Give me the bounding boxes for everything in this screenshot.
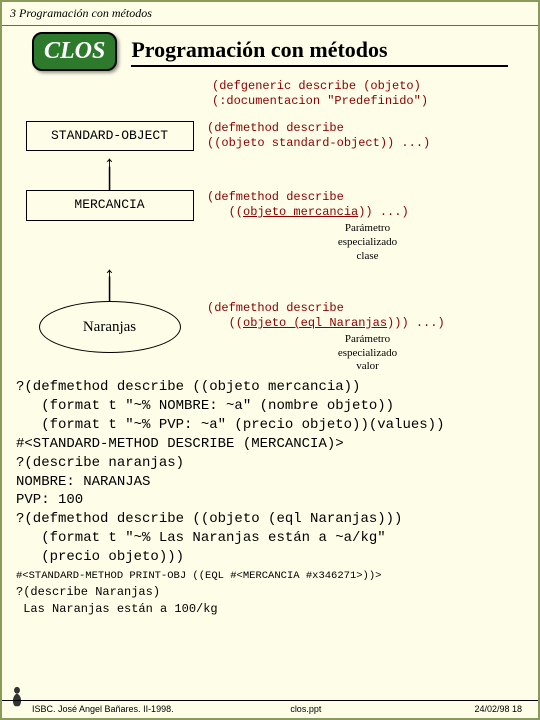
code-line: ((objeto (eql Naranjas))) ...)	[207, 316, 528, 331]
slide-page: 3 Programación con métodos CLOS Programa…	[0, 0, 540, 720]
page-title: Programación con métodos	[131, 37, 508, 67]
ellipse-naranjas: Naranjas	[39, 301, 181, 353]
code-line: (defmethod describe	[207, 121, 528, 136]
code-line: Las Naranjas están a 100/kg	[16, 602, 218, 616]
code-line: (defgeneric describe (objeto)	[212, 79, 528, 94]
code-line: (format t "~% NOMBRE: ~a" (nombre objeto…	[16, 398, 394, 414]
footer-author: ISBC. José Angel Bañares. II-1998.	[32, 704, 234, 714]
note-value: Parámetro especializado valor	[207, 333, 528, 374]
underlined-param: objeto mercancia	[243, 205, 358, 219]
note-line: valor	[207, 360, 528, 374]
footer-date-page: 24/02/98 18	[378, 704, 528, 714]
box-mercancia: MERCANCIA	[26, 190, 194, 220]
code-line: ((objeto standard-object)) ...)	[207, 136, 528, 151]
note-line: Parámetro	[207, 333, 528, 347]
method-standard-object: (defmethod describe ((objeto standard-ob…	[207, 121, 528, 151]
note-class: Parámetro especializado clase	[207, 222, 528, 263]
code-line: (defmethod describe	[207, 301, 528, 316]
note-line: especializado	[207, 347, 528, 361]
up-arrow-stem: │	[103, 171, 116, 189]
code-line: (defmethod describe	[207, 190, 528, 205]
code-tail: ))) ...)	[387, 316, 445, 330]
code-line: ?(describe Naranjas)	[16, 585, 160, 599]
code-line: (format t "~% PVP: ~a" (precio objeto))(…	[16, 417, 444, 433]
code-line: ?(defmethod describe ((objeto (eql Naran…	[16, 511, 402, 527]
row-mercancia: MERCANCIA (defmethod describe ((objeto m…	[12, 190, 528, 263]
row-standard-object: STANDARD-OBJECT (defmethod describe ((ob…	[12, 121, 528, 151]
code-line: NOMBRE: NARANJAS	[16, 474, 150, 490]
title-row: CLOS Programación con métodos	[2, 26, 538, 75]
defgeneric-block: (defgeneric describe (objeto) (:document…	[212, 79, 528, 109]
row-naranjas: Naranjas (defmethod describe ((objeto (e…	[12, 301, 528, 374]
chapter-label: 3 Programación con métodos	[2, 2, 538, 26]
code-line: (format t "~% Las Naranjas están a ~a/kg…	[16, 530, 386, 546]
note-line: clase	[207, 250, 528, 264]
code-line: #<STANDARD-METHOD PRINT-OBJ ((EQL #<MERC…	[16, 570, 381, 582]
slide-footer: ISBC. José Angel Bañares. II-1998. clos.…	[2, 700, 538, 714]
code-line: #<STANDARD-METHOD DESCRIBE (MERCANCIA)>	[16, 436, 344, 452]
example-session: ?(defmethod describe ((objeto mercancia)…	[2, 374, 538, 618]
code-line: ?(describe naranjas)	[16, 455, 184, 471]
content-area: (defgeneric describe (objeto) (:document…	[2, 75, 538, 374]
clos-badge: CLOS	[32, 32, 117, 71]
arrow-row-2: ↑ │	[12, 266, 528, 301]
code-tail: )) ...)	[358, 205, 408, 219]
arrow-row-1: ↑ │	[12, 155, 528, 190]
method-mercancia: (defmethod describe ((objeto mercancia))…	[207, 190, 528, 263]
note-line: especializado	[207, 236, 528, 250]
code-line: (:documentacion "Predefinido")	[212, 94, 528, 109]
method-naranjas: (defmethod describe ((objeto (eql Naranj…	[207, 301, 528, 374]
footer-filename: clos.ppt	[234, 704, 378, 714]
code-line: ((objeto mercancia)) ...)	[207, 205, 528, 220]
box-standard-object: STANDARD-OBJECT	[26, 121, 194, 151]
code-line: PVP: 100	[16, 492, 83, 508]
code-line: (precio objeto)))	[16, 549, 184, 565]
code-line: ?(defmethod describe ((objeto mercancia)…	[16, 379, 360, 395]
up-arrow-stem: │	[103, 281, 116, 299]
underlined-param: objeto (eql Naranjas	[243, 316, 387, 330]
note-line: Parámetro	[207, 222, 528, 236]
